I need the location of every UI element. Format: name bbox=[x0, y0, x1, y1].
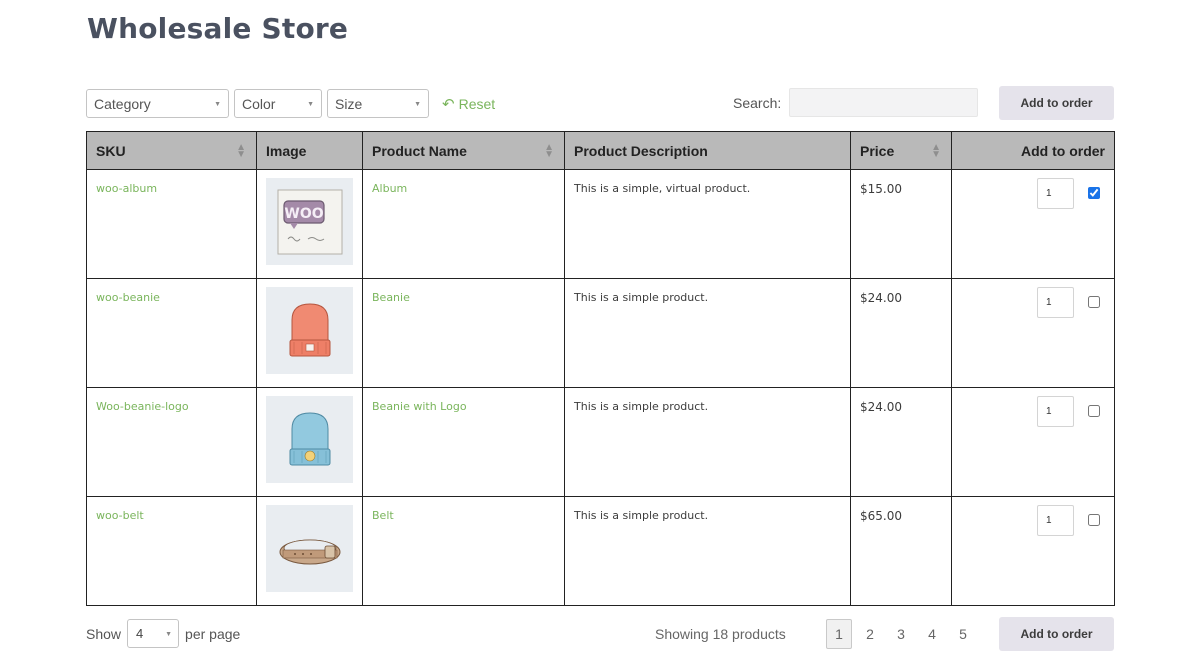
table-header-row: SKU ▲ ▼ Image Product Name ▲ ▼ Product Descr… bbox=[86, 131, 1115, 170]
page-link-4[interactable]: 4 bbox=[919, 619, 945, 649]
products-table: SKU ▲ ▼ Image Product Name ▲ ▼ Product Descr… bbox=[86, 131, 1115, 606]
add-to-order-checkbox[interactable] bbox=[1088, 405, 1100, 417]
header-sku[interactable]: SKU ▲ ▼ bbox=[86, 131, 257, 170]
add-to-order-checkbox[interactable] bbox=[1088, 514, 1100, 526]
album-image[interactable]: WOO bbox=[266, 178, 353, 265]
sku-link[interactable]: woo-album bbox=[96, 182, 157, 195]
page-title: Wholesale Store bbox=[87, 12, 349, 45]
reset-label: Reset bbox=[458, 95, 496, 112]
sku-link[interactable]: woo-belt bbox=[96, 509, 144, 522]
product-name-link[interactable]: Album bbox=[372, 182, 407, 195]
beanie-logo-image[interactable] bbox=[266, 396, 353, 483]
table-row: Woo-beanie-logo Beanie with Logo This is… bbox=[86, 387, 1115, 497]
product-price: $24.00 bbox=[860, 400, 902, 414]
reset-button[interactable]: ↶ Reset bbox=[442, 95, 495, 113]
product-name-link[interactable]: Beanie bbox=[372, 291, 410, 304]
chevron-down-icon: ▼ bbox=[414, 101, 421, 108]
color-select[interactable]: Color ▼ bbox=[234, 89, 322, 118]
product-description: This is a simple, virtual product. bbox=[574, 182, 751, 195]
product-price: $15.00 bbox=[860, 182, 902, 196]
header-product-description: Product Description bbox=[564, 131, 851, 170]
header-product-name[interactable]: Product Name ▲ ▼ bbox=[362, 131, 565, 170]
chevron-down-icon: ▼ bbox=[214, 101, 221, 108]
per-page-select[interactable]: 4 ▼ bbox=[127, 619, 180, 648]
svg-text:WOO: WOO bbox=[284, 206, 323, 222]
header-image: Image bbox=[256, 131, 363, 170]
page-link-3[interactable]: 3 bbox=[888, 619, 914, 649]
filter-bar: Category ▼ Color ▼ Size ▼ ↶ Reset bbox=[86, 89, 495, 118]
add-to-order-button-top[interactable]: Add to order bbox=[999, 86, 1114, 120]
quantity-input[interactable] bbox=[1037, 287, 1074, 318]
quantity-input[interactable] bbox=[1037, 178, 1074, 209]
page-link-2[interactable]: 2 bbox=[857, 619, 883, 649]
sku-link[interactable]: woo-beanie bbox=[96, 291, 160, 304]
show-label: Show bbox=[86, 625, 122, 642]
product-price: $65.00 bbox=[860, 509, 902, 523]
table-row: woo-album WOO Album This is a simple, vi… bbox=[86, 169, 1115, 279]
category-select[interactable]: Category ▼ bbox=[86, 89, 229, 118]
per-page-control: Show 4 ▼ per page bbox=[86, 619, 240, 648]
add-to-order-checkbox[interactable] bbox=[1088, 296, 1100, 308]
add-to-order-button-bottom[interactable]: Add to order bbox=[999, 617, 1114, 651]
size-select-label: Size bbox=[335, 95, 363, 112]
sort-icon: ▲ ▼ bbox=[544, 142, 554, 160]
product-name-link[interactable]: Belt bbox=[372, 509, 394, 522]
category-select-label: Category bbox=[94, 95, 151, 112]
search-label: Search: bbox=[733, 95, 782, 111]
belt-image[interactable] bbox=[266, 505, 353, 592]
page-link-1[interactable]: 1 bbox=[826, 619, 852, 649]
per-page-label: per page bbox=[185, 625, 241, 642]
header-add-to-order: Add to order bbox=[951, 131, 1115, 170]
search-input[interactable] bbox=[789, 88, 978, 117]
sort-icon: ▲ ▼ bbox=[931, 142, 941, 160]
beanie-image[interactable] bbox=[266, 287, 353, 374]
product-description: This is a simple product. bbox=[574, 291, 709, 304]
product-description: This is a simple product. bbox=[574, 509, 709, 522]
per-page-value: 4 bbox=[136, 626, 144, 641]
chevron-down-icon: ▼ bbox=[307, 101, 314, 108]
add-to-order-checkbox[interactable] bbox=[1088, 187, 1100, 199]
product-description: This is a simple product. bbox=[574, 400, 709, 413]
showing-count: Showing 18 products bbox=[655, 626, 786, 642]
header-price[interactable]: Price ▲ ▼ bbox=[850, 131, 952, 170]
table-row: woo-belt Belt This is a simple product. bbox=[86, 496, 1115, 606]
table-row: woo-beanie Beanie This is a simple produ… bbox=[86, 278, 1115, 388]
quantity-input[interactable] bbox=[1037, 396, 1074, 427]
size-select[interactable]: Size ▼ bbox=[327, 89, 429, 118]
quantity-input[interactable] bbox=[1037, 505, 1074, 536]
chevron-down-icon: ▼ bbox=[165, 631, 173, 638]
sku-link[interactable]: Woo-beanie-logo bbox=[96, 400, 189, 413]
product-name-link[interactable]: Beanie with Logo bbox=[372, 400, 467, 413]
color-select-label: Color bbox=[242, 95, 276, 112]
pagination: 1 2 3 4 5 bbox=[826, 619, 981, 649]
product-price: $24.00 bbox=[860, 291, 902, 305]
reset-icon: ↶ bbox=[442, 95, 455, 113]
sort-icon: ▲ ▼ bbox=[236, 142, 246, 160]
page-link-5[interactable]: 5 bbox=[950, 619, 976, 649]
